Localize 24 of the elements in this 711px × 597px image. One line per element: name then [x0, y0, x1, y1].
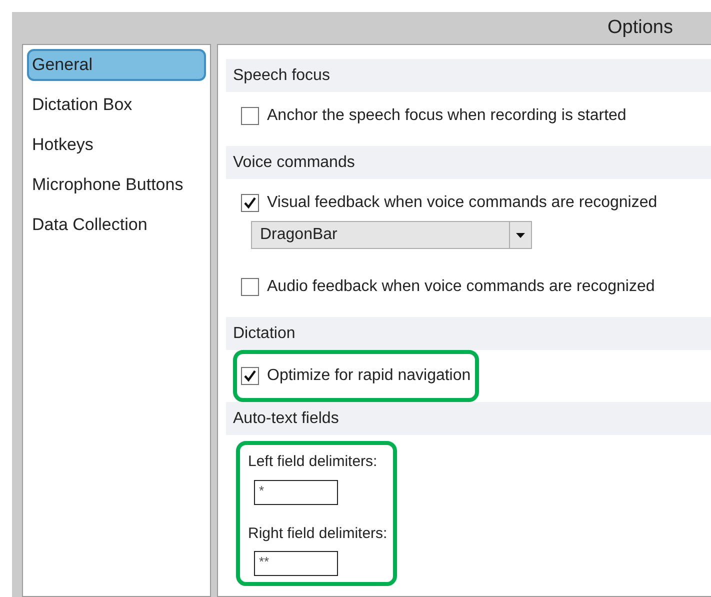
- sidebar-item[interactable]: Data Collection: [27, 209, 206, 241]
- field-label: Left field delimiters:: [248, 452, 378, 472]
- input-field[interactable]: **: [254, 551, 338, 576]
- sidebar-item[interactable]: Microphone Buttons: [27, 169, 206, 201]
- checkbox-label[interactable]: Optimize for rapid navigation: [267, 364, 471, 388]
- section-header: Speech focus: [226, 59, 711, 92]
- checkbox-label[interactable]: Anchor the speech focus when recording is started: [267, 104, 626, 128]
- field-label: Right field delimiters:: [248, 524, 388, 544]
- caret-icon: [516, 232, 525, 238]
- sidebar-item[interactable]: Dictation Box: [27, 89, 206, 121]
- window-title: Options: [608, 16, 673, 40]
- dropdown[interactable]: DragonBar: [251, 221, 532, 249]
- checkbox[interactable]: [241, 194, 259, 212]
- checkbox[interactable]: [241, 367, 259, 385]
- section-header: Auto-text fields: [226, 402, 711, 435]
- checkbox-label[interactable]: Visual feedback when voice commands are recognized: [267, 191, 658, 215]
- checkbox[interactable]: [241, 107, 259, 125]
- section-header: Voice commands: [226, 146, 711, 179]
- sidebar-item[interactable]: Hotkeys: [27, 129, 206, 161]
- input-field[interactable]: *: [254, 480, 338, 504]
- checkbox[interactable]: [241, 278, 259, 296]
- section-header: Dictation: [226, 317, 711, 350]
- sidebar-item[interactable]: General: [27, 49, 206, 81]
- checkbox-label[interactable]: Audio feedback when voice commands are recognized: [267, 275, 655, 299]
